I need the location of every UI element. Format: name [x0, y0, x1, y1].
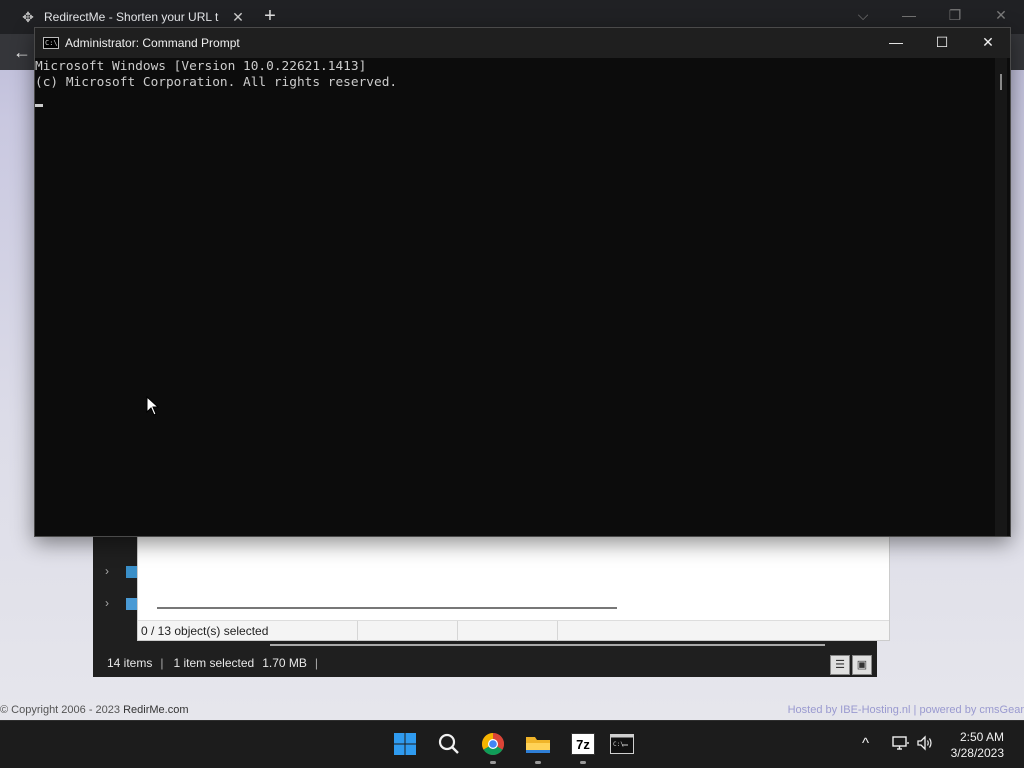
cmd-window-title: Administrator: Command Prompt [65, 36, 240, 50]
terminal-icon[interactable]: C:\ [609, 731, 635, 757]
search-icon[interactable] [436, 731, 462, 757]
selection-size: 1.70 MB [262, 656, 307, 670]
clock-time: 2:50 AM [959, 730, 1004, 744]
cmd-vertical-scrollbar[interactable] [995, 58, 1007, 536]
windows-start-icon[interactable] [392, 731, 418, 757]
network-icon[interactable] [892, 735, 910, 755]
cmd-minimize-button[interactable]: — [873, 28, 919, 58]
cmd-title-bar[interactable]: C:\ Administrator: Command Prompt — ☐ ✕ [35, 28, 1010, 58]
cmd-output-line: Microsoft Windows [Version 10.0.22621.14… [35, 59, 367, 74]
cmd-maximize-button[interactable]: ☐ [919, 28, 965, 58]
cmd-close-button[interactable]: ✕ [965, 28, 1011, 58]
tab-title: RedirectMe - Shorten your URL t [44, 10, 219, 24]
archive-status-bar: 0 / 13 object(s) selected [138, 620, 889, 641]
items-count: 14 items [107, 656, 153, 670]
file-explorer-icon[interactable] [525, 731, 551, 757]
running-indicator [490, 761, 496, 764]
taskbar: 7z C:\ ^ 2:50 AM 3/28/2023 [0, 720, 1024, 768]
command-prompt-window[interactable]: C:\ Administrator: Command Prompt — ☐ ✕ … [34, 27, 1011, 537]
chrome-icon[interactable] [480, 731, 506, 757]
details-view-icon[interactable]: ☰ [830, 655, 850, 675]
page-footer-copyright: © Copyright 2006 - 2023 RedirMe.com [0, 704, 188, 716]
system-clock[interactable]: 2:50 AM 3/28/2023 [934, 729, 1004, 761]
running-indicator [535, 761, 541, 764]
cmd-console-output[interactable]: Microsoft Windows [Version 10.0.22621.14… [35, 58, 995, 536]
large-icons-view-icon[interactable]: ▣ [852, 655, 872, 675]
status-cell [558, 621, 889, 641]
7zip-icon[interactable]: 7z [570, 731, 596, 757]
expand-arrow-icon[interactable]: › [105, 564, 109, 578]
running-indicator [580, 761, 586, 764]
footer-site-link[interactable]: RedirMe.com [123, 704, 188, 716]
cmd-scrollbar-thumb[interactable] [1000, 74, 1002, 90]
status-cell [458, 621, 558, 641]
status-cell [358, 621, 458, 641]
status-separator: | [314, 656, 319, 670]
horizontal-scrollbar[interactable] [157, 607, 617, 609]
tab-close-icon[interactable]: ✕ [228, 9, 248, 26]
cmd-app-icon: C:\ [43, 37, 59, 49]
archive-file-panel: 0 / 13 object(s) selected [137, 534, 890, 641]
explorer-scrollbar[interactable] [270, 644, 825, 646]
clock-date: 3/28/2023 [950, 746, 1004, 760]
cmd-text-cursor [35, 104, 43, 107]
7zip-label: 7z [571, 733, 595, 755]
objects-selected-text: 0 / 13 object(s) selected [138, 621, 358, 641]
selection-count: 1 item selected [173, 656, 255, 670]
footer-hosting-links[interactable]: Hosted by IBE-Hosting.nl | powered by cm… [788, 704, 1024, 716]
back-button[interactable]: ← [10, 40, 34, 64]
status-separator: | [160, 656, 164, 670]
cmd-output-line: (c) Microsoft Corporation. All rights re… [35, 75, 398, 90]
site-favicon-icon: ✥ [22, 9, 34, 25]
mouse-pointer-icon [146, 396, 160, 416]
expand-arrow-icon[interactable]: › [105, 596, 109, 610]
new-tab-button[interactable]: + [258, 5, 282, 29]
explorer-status-bar: 14 items | 1 item selected 1.70 MB | [93, 649, 877, 677]
show-hidden-icons-chevron[interactable]: ^ [862, 735, 869, 752]
footer-copyright-text: © Copyright 2006 - 2023 [0, 704, 121, 716]
volume-icon[interactable] [916, 735, 934, 755]
